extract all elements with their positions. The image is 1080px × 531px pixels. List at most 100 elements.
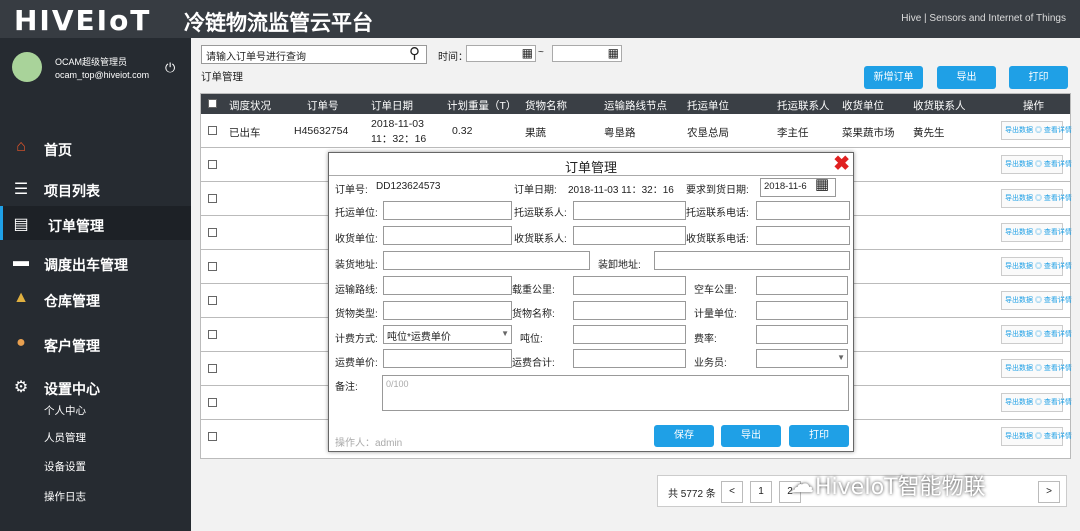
- route-input[interactable]: [383, 276, 512, 295]
- search-icon[interactable]: ⚲: [409, 44, 420, 62]
- tonnage-input[interactable]: [573, 325, 686, 344]
- empty-km-input[interactable]: [756, 276, 848, 295]
- start-date-input[interactable]: ▦: [466, 45, 536, 62]
- unit-price-input[interactable]: [383, 349, 512, 368]
- end-date-input[interactable]: ▦: [552, 45, 622, 62]
- sidebar-item-orders[interactable]: ▤ 订单管理: [0, 206, 191, 240]
- row-checkbox[interactable]: [208, 398, 217, 407]
- next-page-button[interactable]: >: [1038, 481, 1060, 503]
- loaded-km-input[interactable]: [573, 276, 686, 295]
- row-actions[interactable]: 导出数据 ◎ 查看详情: [1001, 359, 1072, 378]
- salesman-select[interactable]: ▼: [756, 349, 848, 368]
- submenu-staff[interactable]: 人员管理: [44, 430, 86, 445]
- submenu-logs[interactable]: 操作日志: [44, 489, 86, 504]
- receiver-label: 收货单位:: [335, 234, 378, 245]
- table-row[interactable]: 已出车 H45632754 2018-11-03 11：32：16 0.32 果…: [201, 114, 1072, 148]
- receiver-input[interactable]: [383, 226, 512, 245]
- route-label: 运输路线:: [335, 285, 378, 296]
- row-checkbox[interactable]: [208, 330, 217, 339]
- table-header: 调度状况 订单号 订单日期 计划重量（T） 货物名称 运输路线节点 托运单位 托…: [201, 94, 1070, 114]
- sidebar-item-customers[interactable]: ● 客户管理: [0, 326, 191, 360]
- sidebar-item-settings[interactable]: ⚙ 设置中心: [0, 369, 191, 403]
- row-checkbox[interactable]: [208, 228, 217, 237]
- row-checkbox[interactable]: [208, 126, 217, 135]
- prev-page-button[interactable]: <: [721, 481, 743, 503]
- close-icon[interactable]: ✖: [833, 151, 850, 176]
- truck-icon: ▬: [13, 253, 29, 270]
- row-checkbox[interactable]: [208, 364, 217, 373]
- submenu-profile[interactable]: 个人中心: [44, 403, 86, 418]
- billing-label: 计费方式:: [335, 334, 378, 345]
- billing-select[interactable]: 吨位*运费单价 ▼: [383, 325, 512, 344]
- save-button[interactable]: 保存: [654, 425, 714, 447]
- shipper-label: 托运单位:: [335, 208, 378, 219]
- calendar-icon[interactable]: ▦: [608, 46, 619, 60]
- shipper-contact-input[interactable]: [573, 201, 686, 220]
- row-actions[interactable]: 导出数据 ◎ 查看详情: [1001, 291, 1072, 310]
- receiver-phone-input[interactable]: [756, 226, 850, 245]
- row-checkbox[interactable]: [208, 160, 217, 169]
- shipper-input[interactable]: [383, 201, 512, 220]
- home-icon: ⌂: [16, 138, 26, 155]
- shipper-contact: 李主任: [777, 127, 809, 139]
- order-no-value: DD123624573: [376, 181, 441, 192]
- load-address-input[interactable]: [383, 251, 590, 270]
- power-icon[interactable]: ⏻: [165, 60, 175, 76]
- row-actions[interactable]: 导出数据 ◎ 查看详情: [1001, 427, 1072, 446]
- export-button[interactable]: 导出: [937, 66, 996, 89]
- row-checkbox[interactable]: [208, 194, 217, 203]
- search-input[interactable]: 请输入订单号进行查询: [201, 45, 427, 64]
- top-bar: HIVEIoT 冷链物流监管云平台 Hive | Sensors and Int…: [0, 0, 1080, 38]
- sidebar-item-home[interactable]: ⌂ 首页: [0, 130, 191, 164]
- row-actions[interactable]: 导出数据 ◎ 查看详情: [1001, 189, 1072, 208]
- row-actions[interactable]: 导出数据 ◎ 查看详情: [1001, 223, 1072, 242]
- unit-label: 计量单位:: [694, 309, 737, 320]
- row-checkbox[interactable]: [208, 432, 217, 441]
- freight-total-input[interactable]: [573, 349, 686, 368]
- user-name: OCAM超级管理员: [55, 57, 128, 67]
- app-title: 冷链物流监管云平台: [184, 12, 373, 35]
- chat-bubble-icon: ☁: [790, 471, 814, 498]
- sidebar-item-dispatch[interactable]: ▬ 调度出车管理: [0, 245, 191, 279]
- submenu-devices[interactable]: 设备设置: [44, 459, 86, 474]
- calendar-icon[interactable]: ▦: [815, 175, 829, 193]
- sidebar-item-warehouse[interactable]: ▲ 仓库管理: [0, 281, 191, 315]
- row-actions[interactable]: 导出数据 ◎ 查看详情: [1001, 155, 1072, 174]
- row-actions[interactable]: 导出数据 ◎ 查看详情: [1001, 121, 1072, 140]
- goods-name-input[interactable]: [573, 301, 686, 320]
- receiver-contact-label: 收货联系人:: [514, 234, 567, 245]
- column-header: 运输路线节点: [604, 100, 667, 112]
- receiver-contact-input[interactable]: [573, 226, 686, 245]
- row-checkbox[interactable]: [208, 262, 217, 271]
- goods-type-input[interactable]: [383, 301, 512, 320]
- date-separator: ~: [538, 47, 544, 58]
- unload-address-input[interactable]: [654, 251, 850, 270]
- row-actions[interactable]: 导出数据 ◎ 查看详情: [1001, 257, 1072, 276]
- shipper-phone-input[interactable]: [756, 201, 850, 220]
- unit-price-label: 运费单价:: [335, 358, 378, 369]
- row-actions[interactable]: 导出数据 ◎ 查看详情: [1001, 393, 1072, 412]
- operator-label: 操作人：admin: [335, 438, 403, 449]
- new-order-button[interactable]: 新增订单: [864, 66, 923, 89]
- unit-input[interactable]: [756, 301, 848, 320]
- goods-type-label: 货物类型:: [335, 309, 378, 320]
- avatar[interactable]: [12, 52, 42, 82]
- dialog-export-button[interactable]: 导出: [721, 425, 781, 447]
- column-header: 托运单位: [687, 100, 729, 112]
- rate-input[interactable]: [756, 325, 848, 344]
- dialog-print-button[interactable]: 打印: [789, 425, 849, 447]
- row-checkbox[interactable]: [208, 296, 217, 305]
- print-button[interactable]: 打印: [1009, 66, 1068, 89]
- calendar-icon[interactable]: ▦: [522, 46, 533, 60]
- order-date-value: 2018-11-03 11：32：16: [568, 185, 674, 196]
- breadcrumb: 订单管理: [201, 71, 243, 83]
- goods-name: 果蔬: [525, 127, 546, 139]
- arrival-date-value: 2018-11-6: [764, 181, 807, 192]
- remark-textarea[interactable]: 0/100: [382, 375, 849, 411]
- page-1-button[interactable]: 1: [750, 481, 772, 503]
- rate-label: 费率:: [694, 334, 717, 345]
- sidebar-item-projects[interactable]: ☰ 项目列表: [0, 171, 191, 205]
- select-all-checkbox[interactable]: [208, 99, 217, 108]
- row-actions[interactable]: 导出数据 ◎ 查看详情: [1001, 325, 1072, 344]
- order-number: H45632754: [294, 125, 349, 137]
